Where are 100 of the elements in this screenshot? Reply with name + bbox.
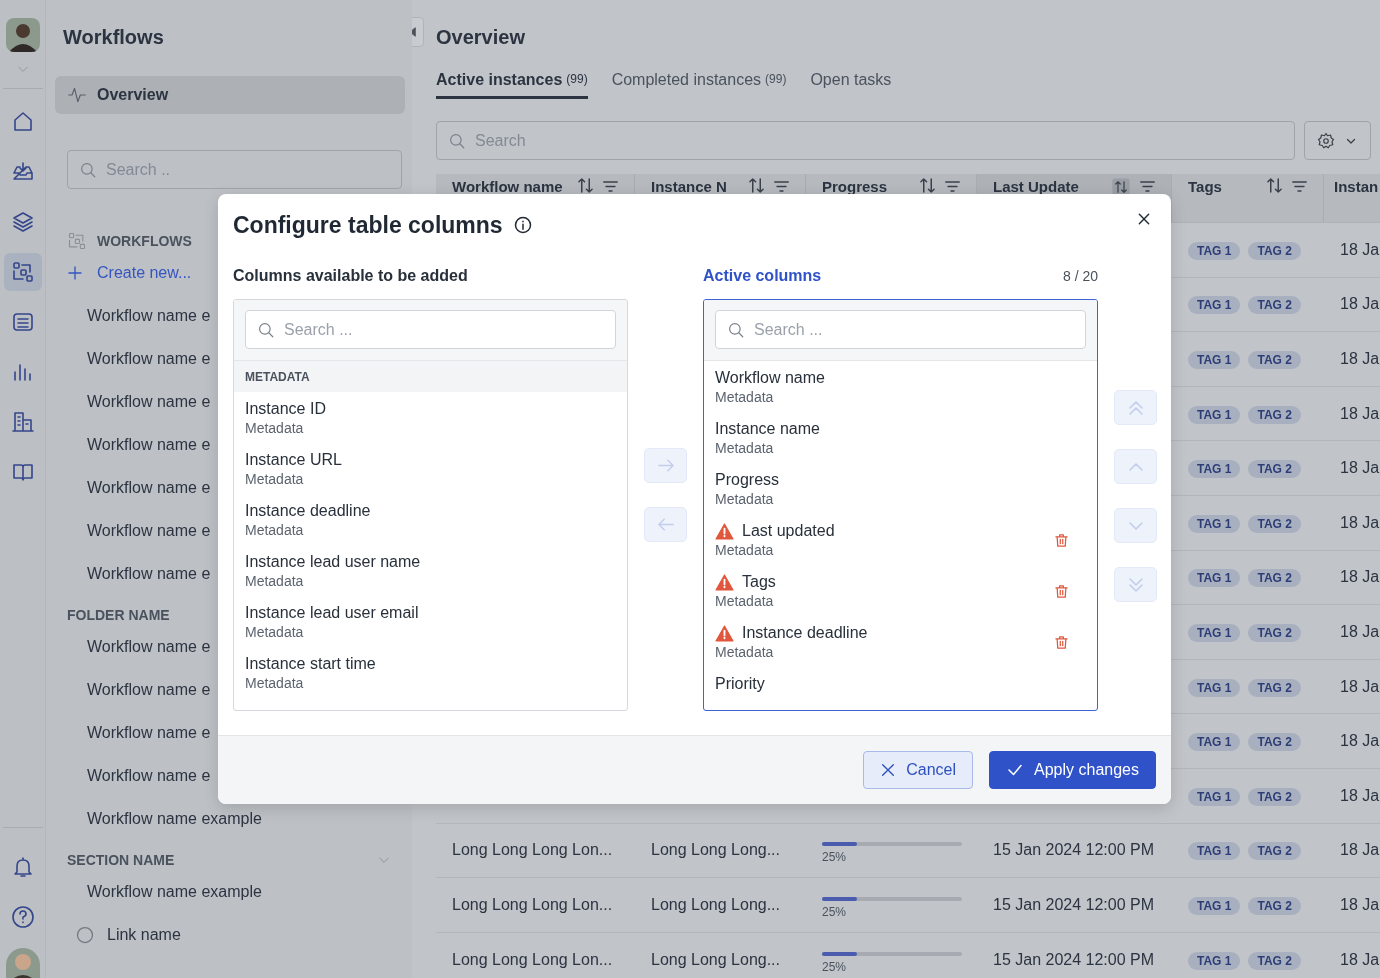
tag: TAG 1 (1188, 514, 1241, 533)
column-category: Metadata (245, 674, 305, 692)
link-nav-item[interactable]: Link name (75, 913, 405, 956)
delete-button[interactable] (1052, 582, 1070, 600)
table-cell: 18 Ja (1340, 350, 1380, 367)
tag: TAG 2 (1248, 787, 1301, 806)
tag: TAG 2 (1248, 351, 1301, 369)
trash-icon (1053, 532, 1069, 548)
column-name: Last updated (742, 521, 835, 541)
table-cell: 15 Jan 2024 12:00 PM (993, 841, 1154, 859)
dialog-title: Configure table columns (233, 210, 503, 240)
workflow-nav-item[interactable]: Workflow name example (87, 870, 405, 913)
column-category: Metadata (245, 572, 305, 590)
activity-icon (67, 85, 87, 105)
column-header: Instan (1334, 178, 1380, 195)
column-name: Instance lead user email (245, 603, 419, 623)
tag: TAG 2 (1248, 623, 1301, 642)
group-heading: METADATA (234, 361, 627, 392)
sort-icon (749, 178, 764, 193)
avatar[interactable] (5, 948, 40, 978)
tag: TAG 1 (1188, 951, 1241, 970)
tag: TAG 1 (1188, 351, 1241, 369)
tag: TAG 1 (1188, 842, 1241, 861)
filter-icon (774, 181, 789, 192)
search-icon (448, 132, 466, 150)
search-icon (727, 321, 745, 339)
table-cell: Long Long Long... (651, 841, 780, 859)
progress-label: 25% (822, 849, 848, 867)
table-cell: 18 Ja (1340, 895, 1380, 913)
section-heading: SECTION NAME (67, 850, 175, 870)
table-cell: 15 Jan 2024 12:00 PM (993, 895, 1154, 913)
section-heading: FOLDER NAME (67, 605, 170, 625)
section-heading: WORKFLOWS (97, 231, 192, 251)
cancel-button[interactable]: Cancel (863, 751, 974, 789)
search-icon (79, 161, 97, 179)
table-cell: 18 Ja (1340, 841, 1380, 859)
delete-button[interactable] (1052, 633, 1070, 651)
double-chevron-up-icon (1128, 400, 1143, 415)
table-cell: 18 Ja (1340, 950, 1380, 968)
search-field[interactable]: Search ... (245, 310, 616, 349)
table-cell: 18 Ja (1340, 677, 1380, 695)
circle-icon (75, 924, 95, 945)
column-category: Metadata (715, 439, 775, 457)
column-name: Tags (742, 572, 776, 592)
column-count: 8 / 20 (1062, 266, 1098, 286)
apply-button[interactable]: Apply changes (989, 751, 1156, 789)
close-icon (1137, 212, 1151, 226)
column-header: Tags (1188, 178, 1223, 195)
column-name: Priority (715, 674, 765, 694)
settings-button[interactable] (1304, 121, 1371, 160)
filter-icon (1140, 181, 1155, 192)
trash-icon (1053, 583, 1069, 599)
column-name: Workflow name (715, 368, 825, 388)
sidebar-title: Workflows (63, 25, 165, 48)
tab[interactable]: Open tasks (810, 68, 892, 99)
column-category: Metadata (715, 541, 775, 559)
trash-icon (1053, 634, 1069, 650)
delete-button[interactable] (1052, 531, 1070, 549)
column-category: Metadata (245, 623, 305, 641)
column-header: Last Update (993, 178, 1080, 195)
close-icon (880, 762, 897, 778)
filter-icon (945, 181, 960, 192)
search-field[interactable]: Search (436, 121, 1295, 160)
workflow-icon (10, 260, 35, 284)
table-cell: 18 Ja (1340, 786, 1380, 804)
table-cell: 18 Ja (1340, 513, 1380, 531)
search-field[interactable]: Search ... (715, 310, 1086, 349)
list-heading: Columns available to be added (233, 266, 468, 286)
arrow-right-icon (657, 459, 674, 472)
filter-icon (603, 181, 618, 192)
tag: TAG 1 (1188, 405, 1241, 424)
table-cell: 18 Ja (1340, 404, 1380, 422)
search-field[interactable]: Search .. (67, 150, 402, 189)
double-chevron-down-icon (1128, 577, 1143, 592)
column-name: Instance deadline (742, 623, 868, 643)
table-cell: Long Long Long... (651, 895, 780, 913)
avatar[interactable] (5, 18, 40, 52)
list-icon (10, 310, 35, 334)
column-name: Instance deadline (245, 501, 371, 521)
column-header: Workflow name (452, 178, 564, 195)
column-category: Metadata (245, 419, 305, 437)
workflow-icon (67, 231, 87, 251)
table-cell: 18 Ja (1340, 568, 1380, 586)
building-icon (10, 410, 35, 434)
column-name: Instance name (715, 419, 820, 439)
tag: TAG 2 (1248, 896, 1301, 915)
tag: TAG 2 (1248, 241, 1301, 260)
tag: TAG 1 (1188, 296, 1241, 315)
column-name: Instance URL (245, 450, 342, 470)
tag: TAG 1 (1188, 733, 1241, 752)
sidebar-nav-button[interactable] (3, 253, 42, 291)
column-header: Instance N (651, 178, 728, 195)
tag: TAG 2 (1248, 460, 1301, 479)
column-category: Metadata (715, 592, 775, 610)
sort-icon (920, 178, 935, 193)
tag: TAG 2 (1248, 678, 1301, 697)
overview-nav-item[interactable]: Overview (55, 76, 405, 114)
progress-label: 25% (822, 958, 848, 976)
table-cell: Long Long Long Lon... (452, 841, 613, 859)
column-name: Instance ID (245, 399, 326, 419)
